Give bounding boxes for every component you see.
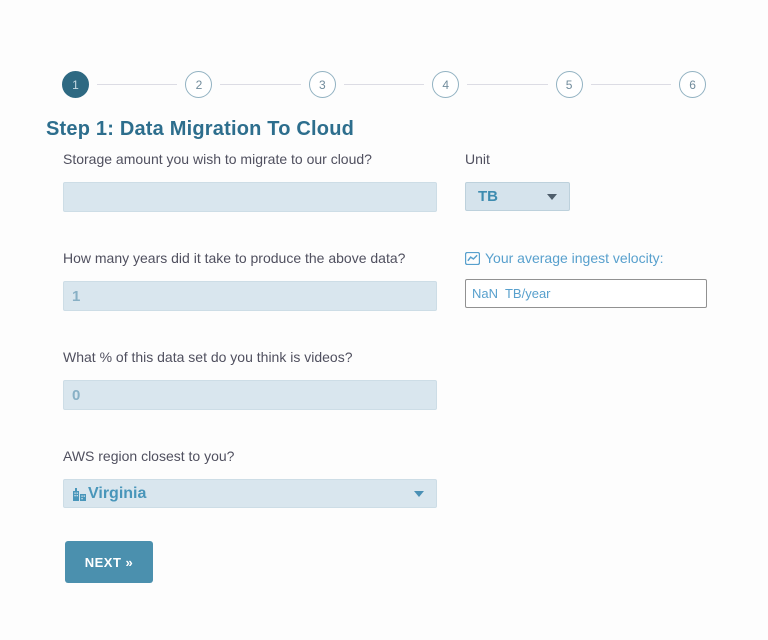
years-label: How many years did it take to produce th… <box>63 250 406 266</box>
ingest-velocity-input[interactable] <box>465 279 707 308</box>
step-connector <box>590 84 672 85</box>
unit-select[interactable]: TB <box>465 182 570 211</box>
step-progress-bar: 1 2 3 4 5 6 <box>62 71 707 98</box>
step-indicator-5[interactable]: 5 <box>555 71 583 98</box>
step-connector <box>343 84 425 85</box>
step-indicator-4[interactable]: 4 <box>432 71 460 98</box>
migration-wizard: 1 2 3 4 5 6 Step 1: Data Migration To Cl… <box>0 0 768 640</box>
videos-percent-label: What % of this data set do you think is … <box>63 349 353 365</box>
aws-region-selected-value: Virginia <box>88 484 147 502</box>
chevron-down-icon <box>414 490 424 497</box>
videos-percent-input[interactable] <box>63 380 437 410</box>
ingest-velocity-label: Your average ingest velocity: <box>485 250 664 266</box>
step-indicator-2[interactable]: 2 <box>185 71 213 98</box>
ingest-velocity-label-row: Your average ingest velocity: <box>465 250 707 266</box>
step-indicator-3[interactable]: 3 <box>308 71 336 98</box>
step-connector <box>97 84 178 85</box>
page-title: Step 1: Data Migration To Cloud <box>46 118 355 140</box>
unit-selected-value: TB <box>478 188 498 205</box>
chart-line-icon <box>465 251 480 265</box>
aws-region-label: AWS region closest to you? <box>63 448 235 464</box>
storage-amount-input[interactable] <box>63 182 437 212</box>
step-connector <box>467 84 548 85</box>
aws-region-select[interactable]: Virginia <box>63 479 437 508</box>
step-connector <box>220 84 301 85</box>
step-indicator-6[interactable]: 6 <box>679 71 707 98</box>
next-button[interactable]: NEXT » <box>65 541 153 583</box>
storage-amount-label: Storage amount you wish to migrate to ou… <box>63 151 372 167</box>
unit-label: Unit <box>465 151 490 167</box>
migration-form: Storage amount you wish to migrate to ou… <box>63 151 708 583</box>
years-input[interactable] <box>63 281 437 311</box>
city-icon <box>72 487 87 501</box>
step-indicator-1[interactable]: 1 <box>62 71 89 98</box>
chevron-down-icon <box>547 193 557 200</box>
